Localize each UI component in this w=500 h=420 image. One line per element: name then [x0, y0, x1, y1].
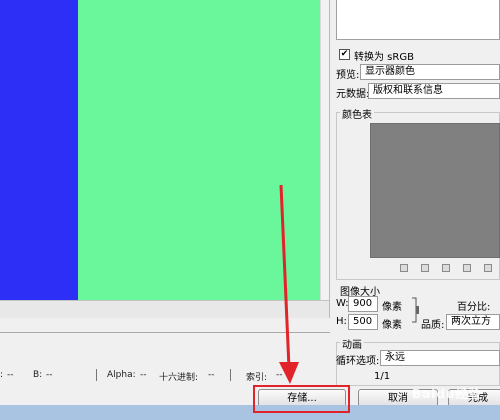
pointer-arrow-icon [279, 184, 299, 384]
watermark-text: Baidu经验 [412, 387, 482, 401]
